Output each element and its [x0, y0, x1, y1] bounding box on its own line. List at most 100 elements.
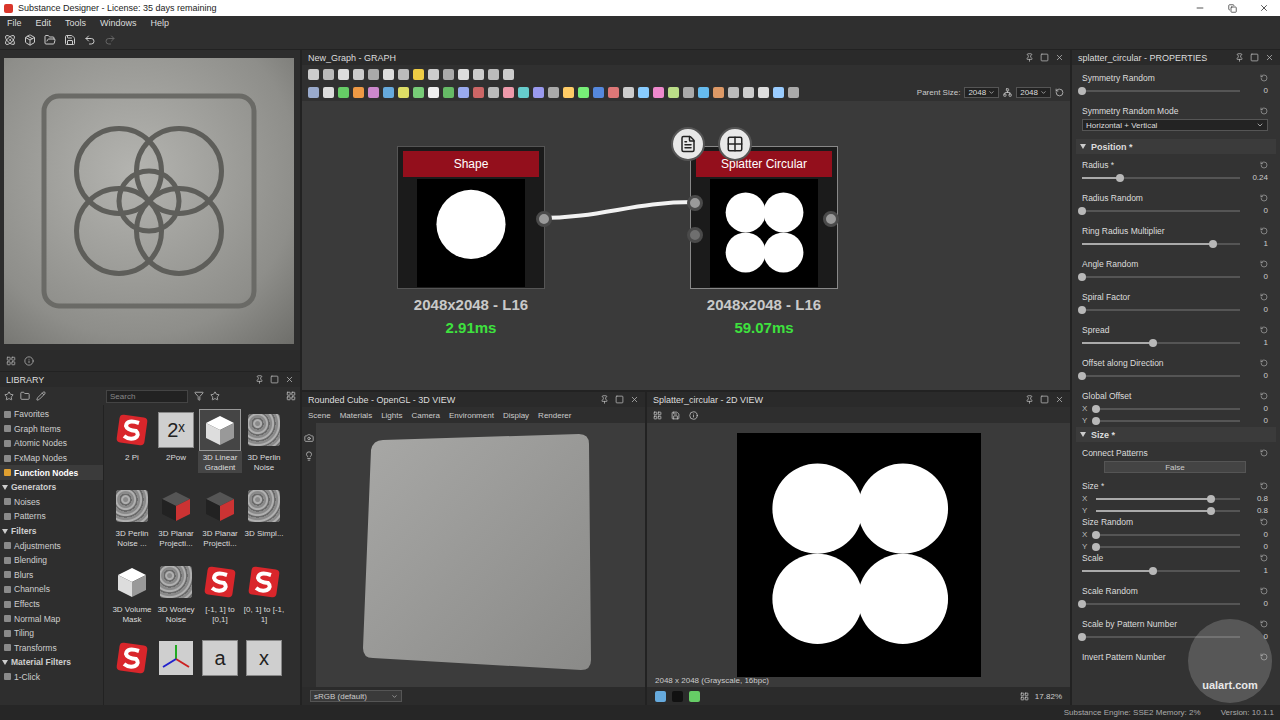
tool-icon[interactable]: [743, 87, 754, 98]
slider-thumb[interactable]: [1116, 174, 1124, 182]
slider-reading[interactable]: 0: [1246, 404, 1268, 413]
slider-reading[interactable]: 0: [1246, 272, 1268, 281]
comment-badge[interactable]: [671, 127, 705, 161]
slider-track[interactable]: [1082, 342, 1240, 344]
slider-thumb[interactable]: [1149, 339, 1157, 347]
property-dropdown[interactable]: Horizontal + Vertical: [1082, 119, 1268, 131]
pin-icon[interactable]: [255, 375, 264, 384]
slider-track[interactable]: [1096, 408, 1240, 410]
menu-item[interactable]: File: [7, 18, 22, 28]
slider-reading[interactable]: 0: [1246, 305, 1268, 314]
slider-thumb[interactable]: [1207, 495, 1215, 503]
view-menu-item[interactable]: Lights: [381, 411, 402, 420]
property-section[interactable]: Size *: [1076, 427, 1276, 442]
tree-item[interactable]: Generators: [0, 480, 103, 495]
slider-thumb[interactable]: [1209, 240, 1217, 248]
library-item[interactable]: [0, 1] to [-1, 1]: [242, 561, 286, 633]
slider-track[interactable]: [1082, 276, 1240, 278]
view-menu-item[interactable]: Materials: [340, 411, 372, 420]
menu-item[interactable]: Edit: [36, 18, 52, 28]
parent-size-select[interactable]: 2048: [964, 87, 999, 98]
edit-icon[interactable]: [36, 391, 46, 401]
viewport-3d[interactable]: [316, 423, 645, 687]
new-graph-icon[interactable]: [4, 34, 16, 46]
tree-item[interactable]: Normal Map: [0, 611, 103, 626]
reset-icon[interactable]: [1260, 449, 1268, 457]
tree-item[interactable]: Noises: [0, 495, 103, 510]
slider-thumb[interactable]: [1149, 567, 1157, 575]
close-icon[interactable]: [1055, 53, 1064, 62]
tool-icon[interactable]: [353, 87, 364, 98]
slider-track[interactable]: [1096, 498, 1240, 500]
tool-icon[interactable]: [398, 69, 409, 80]
tool-icon[interactable]: [773, 87, 784, 98]
tool-icon[interactable]: [488, 87, 499, 98]
tree-item[interactable]: Favorites: [0, 407, 103, 422]
slider-track[interactable]: [1082, 210, 1240, 212]
view-menu-item[interactable]: Scene: [308, 411, 331, 420]
close-button[interactable]: [1248, 0, 1280, 16]
tool-icon[interactable]: [728, 87, 739, 98]
slider-track[interactable]: [1096, 510, 1240, 512]
library-item[interactable]: [110, 637, 154, 705]
tool-icon[interactable]: [698, 87, 709, 98]
slider-reading[interactable]: 0.8: [1246, 506, 1268, 515]
tool-icon[interactable]: [308, 69, 319, 80]
slider-reading[interactable]: 0: [1246, 530, 1268, 539]
input-pin[interactable]: [687, 227, 703, 243]
input-pin[interactable]: [687, 195, 703, 211]
reset-icon[interactable]: [1260, 227, 1268, 235]
slider-thumb[interactable]: [1078, 207, 1086, 215]
save-icon[interactable]: [671, 411, 680, 420]
slider-reading[interactable]: 0.8: [1246, 494, 1268, 503]
slider-track[interactable]: [1082, 243, 1240, 245]
tree-item[interactable]: Adjustments: [0, 538, 103, 553]
tool-icon[interactable]: [713, 87, 724, 98]
library-item[interactable]: 3D Simpl...: [242, 485, 286, 557]
tool-icon[interactable]: [653, 87, 664, 98]
tree-item[interactable]: Filters: [0, 524, 103, 539]
tool-icon[interactable]: [518, 87, 529, 98]
library-item[interactable]: [-1, 1] to [0,1]: [198, 561, 242, 633]
graph-canvas[interactable]: Shape2048x2048 - L162.91msSplatter Circu…: [302, 101, 1070, 390]
library-item[interactable]: [154, 637, 198, 705]
tree-item[interactable]: Graph Items: [0, 422, 103, 437]
reset-icon[interactable]: [1260, 260, 1268, 268]
slider-thumb[interactable]: [1078, 372, 1086, 380]
tool-icon[interactable]: [488, 69, 499, 80]
maximize-icon[interactable]: [1250, 53, 1259, 62]
grid-view-icon[interactable]: [286, 391, 296, 401]
tool-icon[interactable]: [548, 87, 559, 98]
toggle-button[interactable]: False: [1104, 461, 1246, 473]
tool-icon[interactable]: [593, 87, 604, 98]
output-pin[interactable]: [536, 211, 552, 227]
reset-icon[interactable]: [1260, 359, 1268, 367]
open-icon[interactable]: [44, 34, 56, 46]
tool-icon[interactable]: [323, 87, 334, 98]
tool-icon[interactable]: [428, 87, 439, 98]
maximize-icon[interactable]: [270, 375, 279, 384]
tool-icon[interactable]: [473, 69, 484, 80]
tool-icon[interactable]: [353, 69, 364, 80]
tool-icon[interactable]: [503, 69, 514, 80]
search-field[interactable]: Search: [106, 390, 188, 403]
star-icon[interactable]: [4, 391, 14, 401]
tool-icon[interactable]: [503, 87, 514, 98]
tool-icon[interactable]: [623, 87, 634, 98]
tool-icon[interactable]: [638, 87, 649, 98]
slider-reading[interactable]: 0: [1246, 86, 1268, 95]
tool-icon[interactable]: [443, 69, 454, 80]
property-section[interactable]: Position *: [1076, 139, 1276, 154]
view-menu-item[interactable]: Renderer: [538, 411, 571, 420]
library-item[interactable]: 3D Linear Gradient: [198, 409, 242, 481]
tree-item[interactable]: Transforms: [0, 641, 103, 656]
zoom-level[interactable]: 17.82%: [1035, 692, 1062, 701]
reset-icon[interactable]: [1260, 482, 1268, 490]
tool-icon[interactable]: [458, 87, 469, 98]
info-icon[interactable]: [689, 411, 698, 420]
tree-item[interactable]: 1-Click: [0, 670, 103, 685]
reset-icon[interactable]: [1260, 293, 1268, 301]
save-icon[interactable]: [64, 34, 76, 46]
library-item[interactable]: a: [198, 637, 242, 705]
maximize-icon[interactable]: [1040, 395, 1049, 404]
